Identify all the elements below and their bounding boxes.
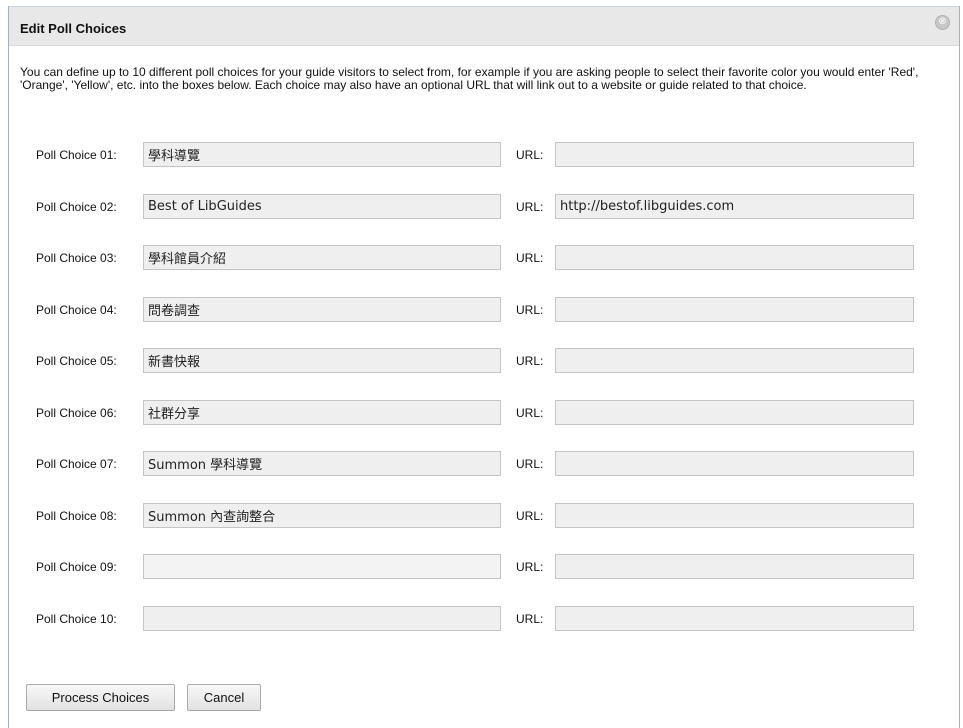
poll-choice-input[interactable] <box>143 400 501 425</box>
dialog-description: You can define up to 10 different poll c… <box>20 65 919 92</box>
poll-choice-label: Poll Choice 06: <box>36 406 117 420</box>
poll-choice-row: Poll Choice 08: URL: <box>9 502 959 528</box>
poll-choice-row: Poll Choice 09: URL: <box>9 553 959 579</box>
dialog-titlebar: Edit Poll Choices ⊗ <box>9 6 959 46</box>
url-input[interactable] <box>555 554 914 579</box>
poll-choice-label: Poll Choice 01: <box>36 148 117 162</box>
poll-choice-input[interactable] <box>143 194 501 219</box>
poll-choice-input[interactable] <box>143 503 501 528</box>
poll-choice-label: Poll Choice 09: <box>36 560 117 574</box>
url-input[interactable] <box>555 348 914 373</box>
url-input[interactable] <box>555 194 914 219</box>
poll-choice-label: Poll Choice 03: <box>36 251 117 265</box>
url-input[interactable] <box>555 451 914 476</box>
url-label: URL: <box>516 200 544 214</box>
poll-choice-label: Poll Choice 05: <box>36 354 117 368</box>
url-input[interactable] <box>555 503 914 528</box>
url-input[interactable] <box>555 297 914 322</box>
poll-choice-row: Poll Choice 10: URL: <box>9 605 959 631</box>
url-label: URL: <box>516 354 544 368</box>
poll-choice-input[interactable] <box>143 245 501 270</box>
poll-choice-row: Poll Choice 07: URL: <box>9 450 959 476</box>
dialog-title: Edit Poll Choices <box>20 21 127 36</box>
poll-choice-input[interactable] <box>143 451 501 476</box>
url-input[interactable] <box>555 400 914 425</box>
poll-choice-input[interactable] <box>143 348 501 373</box>
url-input[interactable] <box>555 606 914 631</box>
url-label: URL: <box>516 612 544 626</box>
url-label: URL: <box>516 509 544 523</box>
url-input[interactable] <box>555 245 914 270</box>
url-label: URL: <box>516 148 544 162</box>
poll-choice-label: Poll Choice 10: <box>36 612 117 626</box>
poll-choice-row: Poll Choice 01: URL: <box>9 141 959 167</box>
poll-choice-label: Poll Choice 08: <box>36 509 117 523</box>
poll-choice-row: Poll Choice 06: URL: <box>9 399 959 425</box>
url-label: URL: <box>516 457 544 471</box>
poll-choice-label: Poll Choice 07: <box>36 457 117 471</box>
url-label: URL: <box>516 251 544 265</box>
poll-choice-row: Poll Choice 05: URL: <box>9 347 959 373</box>
close-icon[interactable]: ⊗ <box>935 15 950 30</box>
poll-choice-row: Poll Choice 03: URL: <box>9 244 959 270</box>
poll-choice-input[interactable] <box>143 297 501 322</box>
url-label: URL: <box>516 560 544 574</box>
poll-choice-row: Poll Choice 04: URL: <box>9 296 959 322</box>
poll-choice-input[interactable] <box>143 142 501 167</box>
poll-choice-label: Poll Choice 02: <box>36 200 117 214</box>
cancel-button[interactable]: Cancel <box>187 684 261 711</box>
poll-choice-input[interactable] <box>143 554 501 579</box>
edit-poll-choices-dialog: Edit Poll Choices ⊗ You can define up to… <box>8 6 960 728</box>
poll-choice-row: Poll Choice 02: URL: <box>9 193 959 219</box>
url-input[interactable] <box>555 142 914 167</box>
url-label: URL: <box>516 303 544 317</box>
poll-choice-label: Poll Choice 04: <box>36 303 117 317</box>
url-label: URL: <box>516 406 544 420</box>
process-choices-button[interactable]: Process Choices <box>26 684 175 711</box>
poll-choice-input[interactable] <box>143 606 501 631</box>
